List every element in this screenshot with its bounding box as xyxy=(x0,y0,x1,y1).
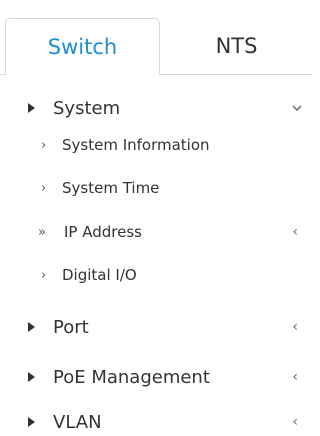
submenu-item-system-information[interactable]: › System Information xyxy=(0,134,313,156)
submenu-item-label: IP Address xyxy=(64,223,142,241)
tab-nts[interactable]: NTS xyxy=(160,18,313,75)
tab-nts-label: NTS xyxy=(215,34,258,58)
submenu-item-label: Digital I/O xyxy=(62,266,137,284)
navigation-panel: Switch NTS System › System Information ›… xyxy=(0,0,313,436)
tab-switch-label: Switch xyxy=(47,35,118,59)
chevron-left-icon: ‹ xyxy=(292,224,298,240)
tab-switch[interactable]: Switch xyxy=(5,18,160,75)
menu-item-vlan[interactable]: VLAN ‹ xyxy=(0,410,313,434)
submenu-item-system-time[interactable]: › System Time xyxy=(0,177,313,199)
menu-item-vlan-label: VLAN xyxy=(53,411,102,433)
double-chevron-right-icon: » xyxy=(38,224,46,240)
submenu-item-label: System Time xyxy=(62,179,160,197)
menu-item-port-label: Port xyxy=(53,316,89,338)
menu-item-poe-management[interactable]: PoE Management ‹ xyxy=(0,365,313,389)
chevron-left-icon: ‹ xyxy=(292,414,298,430)
caret-right-icon xyxy=(28,372,35,382)
caret-right-icon xyxy=(28,322,35,332)
submenu-item-label: System Information xyxy=(62,136,210,154)
chevron-right-icon: › xyxy=(41,180,47,196)
caret-right-icon xyxy=(28,103,35,113)
chevron-down-icon xyxy=(292,105,302,112)
chevron-right-icon: › xyxy=(41,267,47,283)
menu-item-system-label: System xyxy=(53,97,121,119)
caret-right-icon xyxy=(28,417,35,427)
menu-item-system[interactable]: System xyxy=(0,96,313,120)
chevron-left-icon: ‹ xyxy=(292,369,298,385)
submenu-item-ip-address[interactable]: » IP Address ‹ xyxy=(0,221,313,243)
submenu-item-digital-io[interactable]: › Digital I/O xyxy=(0,264,313,286)
chevron-left-icon: ‹ xyxy=(292,319,298,335)
menu-item-port[interactable]: Port ‹ xyxy=(0,315,313,339)
menu-item-poe-label: PoE Management xyxy=(53,366,210,388)
chevron-right-icon: › xyxy=(41,137,47,153)
